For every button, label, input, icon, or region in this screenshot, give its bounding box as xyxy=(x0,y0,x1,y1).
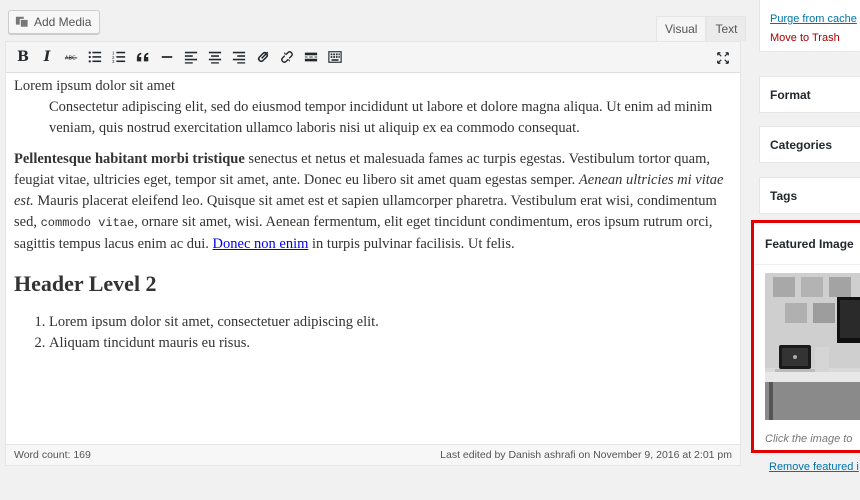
purge-cache-link[interactable]: Purge from cache xyxy=(770,10,857,29)
bold-button[interactable]: B xyxy=(12,46,34,68)
tab-text[interactable]: Text xyxy=(706,16,747,41)
content-paragraph: Pellentesque habitant morbi tristique se… xyxy=(14,149,732,255)
featured-image-title[interactable]: Featured Image xyxy=(754,223,860,265)
unlink-icon xyxy=(281,51,293,63)
blockquote-icon xyxy=(136,52,149,62)
categories-box[interactable]: Categories xyxy=(759,126,860,163)
list-item: Aliquam tincidunt mauris eu risus. xyxy=(49,333,732,354)
align-left-icon xyxy=(184,51,198,64)
svg-text:ABC: ABC xyxy=(65,56,76,62)
italic-button[interactable]: I xyxy=(36,46,58,68)
strikethrough-icon: ABC xyxy=(64,56,78,62)
fullscreen-icon xyxy=(717,52,729,64)
keyboard-icon xyxy=(328,51,342,63)
featured-image-thumbnail[interactable] xyxy=(765,273,860,420)
toolbar-toggle-button[interactable] xyxy=(324,46,346,68)
content-link[interactable]: Donec non enim xyxy=(213,236,309,252)
read-more-button[interactable] xyxy=(300,46,322,68)
align-center-icon xyxy=(208,51,222,64)
numbered-list-button[interactable]: 123 xyxy=(108,46,130,68)
publish-box: Purge from cache Move to Trash xyxy=(759,0,860,52)
align-left-button[interactable] xyxy=(180,46,202,68)
bold-icon: B xyxy=(17,49,29,65)
list-item: Lorem ipsum dolor sit amet, consectetuer… xyxy=(49,312,732,333)
tags-title: Tags xyxy=(770,188,798,203)
paragraph-text: in turpis pulvinar facilisis. Ut felis. xyxy=(308,236,515,252)
add-media-label: Add Media xyxy=(34,15,92,29)
italic-icon: I xyxy=(43,49,51,65)
format-title: Format xyxy=(770,87,811,102)
horizontal-line-icon xyxy=(161,56,173,58)
media-icon xyxy=(15,15,29,29)
word-count: Word count: 169 xyxy=(14,449,91,461)
sidebar: Purge from cache Move to Trash Format Ca… xyxy=(751,0,860,500)
link-icon xyxy=(257,51,269,63)
code-text: commodo vitae xyxy=(40,216,135,230)
featured-image-box: Featured Image Click the image to xyxy=(751,220,860,453)
editor-statusbar: Word count: 169 Last edited by Danish as… xyxy=(6,444,740,465)
featured-image xyxy=(765,273,860,420)
last-edited: Last edited by Danish ashrafi on Novembe… xyxy=(440,449,732,461)
remove-link-button[interactable] xyxy=(276,46,298,68)
distraction-free-button[interactable] xyxy=(712,47,734,69)
insert-link-button[interactable] xyxy=(252,46,274,68)
featured-image-hint: Click the image to xyxy=(765,433,853,445)
align-right-icon xyxy=(232,51,246,64)
horizontal-line-button[interactable] xyxy=(156,46,178,68)
editor-toolbar: B I ABC 123 xyxy=(6,42,740,73)
blockquote: Consectetur adipiscing elit, sed do eius… xyxy=(49,99,713,136)
post-editor: B I ABC 123 Lorem ipsum dolor sit amet C… xyxy=(5,41,741,466)
move-to-trash-link[interactable]: Move to Trash xyxy=(770,29,857,48)
strikethrough-button[interactable]: ABC xyxy=(60,46,82,68)
content-line: Lorem ipsum dolor sit amet xyxy=(14,78,176,94)
ordered-list: Lorem ipsum dolor sit amet, consectetuer… xyxy=(49,312,732,354)
bold-text: Pellentesque habitant morbi tristique xyxy=(14,151,245,167)
read-more-icon xyxy=(304,52,318,62)
tags-box[interactable]: Tags xyxy=(759,177,860,214)
numbered-list-icon: 123 xyxy=(112,50,126,64)
editor-content[interactable]: Lorem ipsum dolor sit amet Consectetur a… xyxy=(6,73,740,445)
format-box[interactable]: Format xyxy=(759,76,860,113)
editor-tabs: Visual Text xyxy=(656,16,747,41)
bulleted-list-button[interactable] xyxy=(84,46,106,68)
blockquote-button[interactable] xyxy=(132,46,154,68)
categories-title: Categories xyxy=(770,137,833,152)
tab-visual[interactable]: Visual xyxy=(656,16,707,41)
svg-text:3: 3 xyxy=(112,59,115,64)
add-media-button[interactable]: Add Media xyxy=(8,10,101,34)
content-heading: Header Level 2 xyxy=(14,271,157,296)
bulleted-list-icon xyxy=(88,51,102,63)
align-center-button[interactable] xyxy=(204,46,226,68)
align-right-button[interactable] xyxy=(228,46,250,68)
remove-featured-image-link[interactable]: Remove featured i xyxy=(769,461,859,473)
